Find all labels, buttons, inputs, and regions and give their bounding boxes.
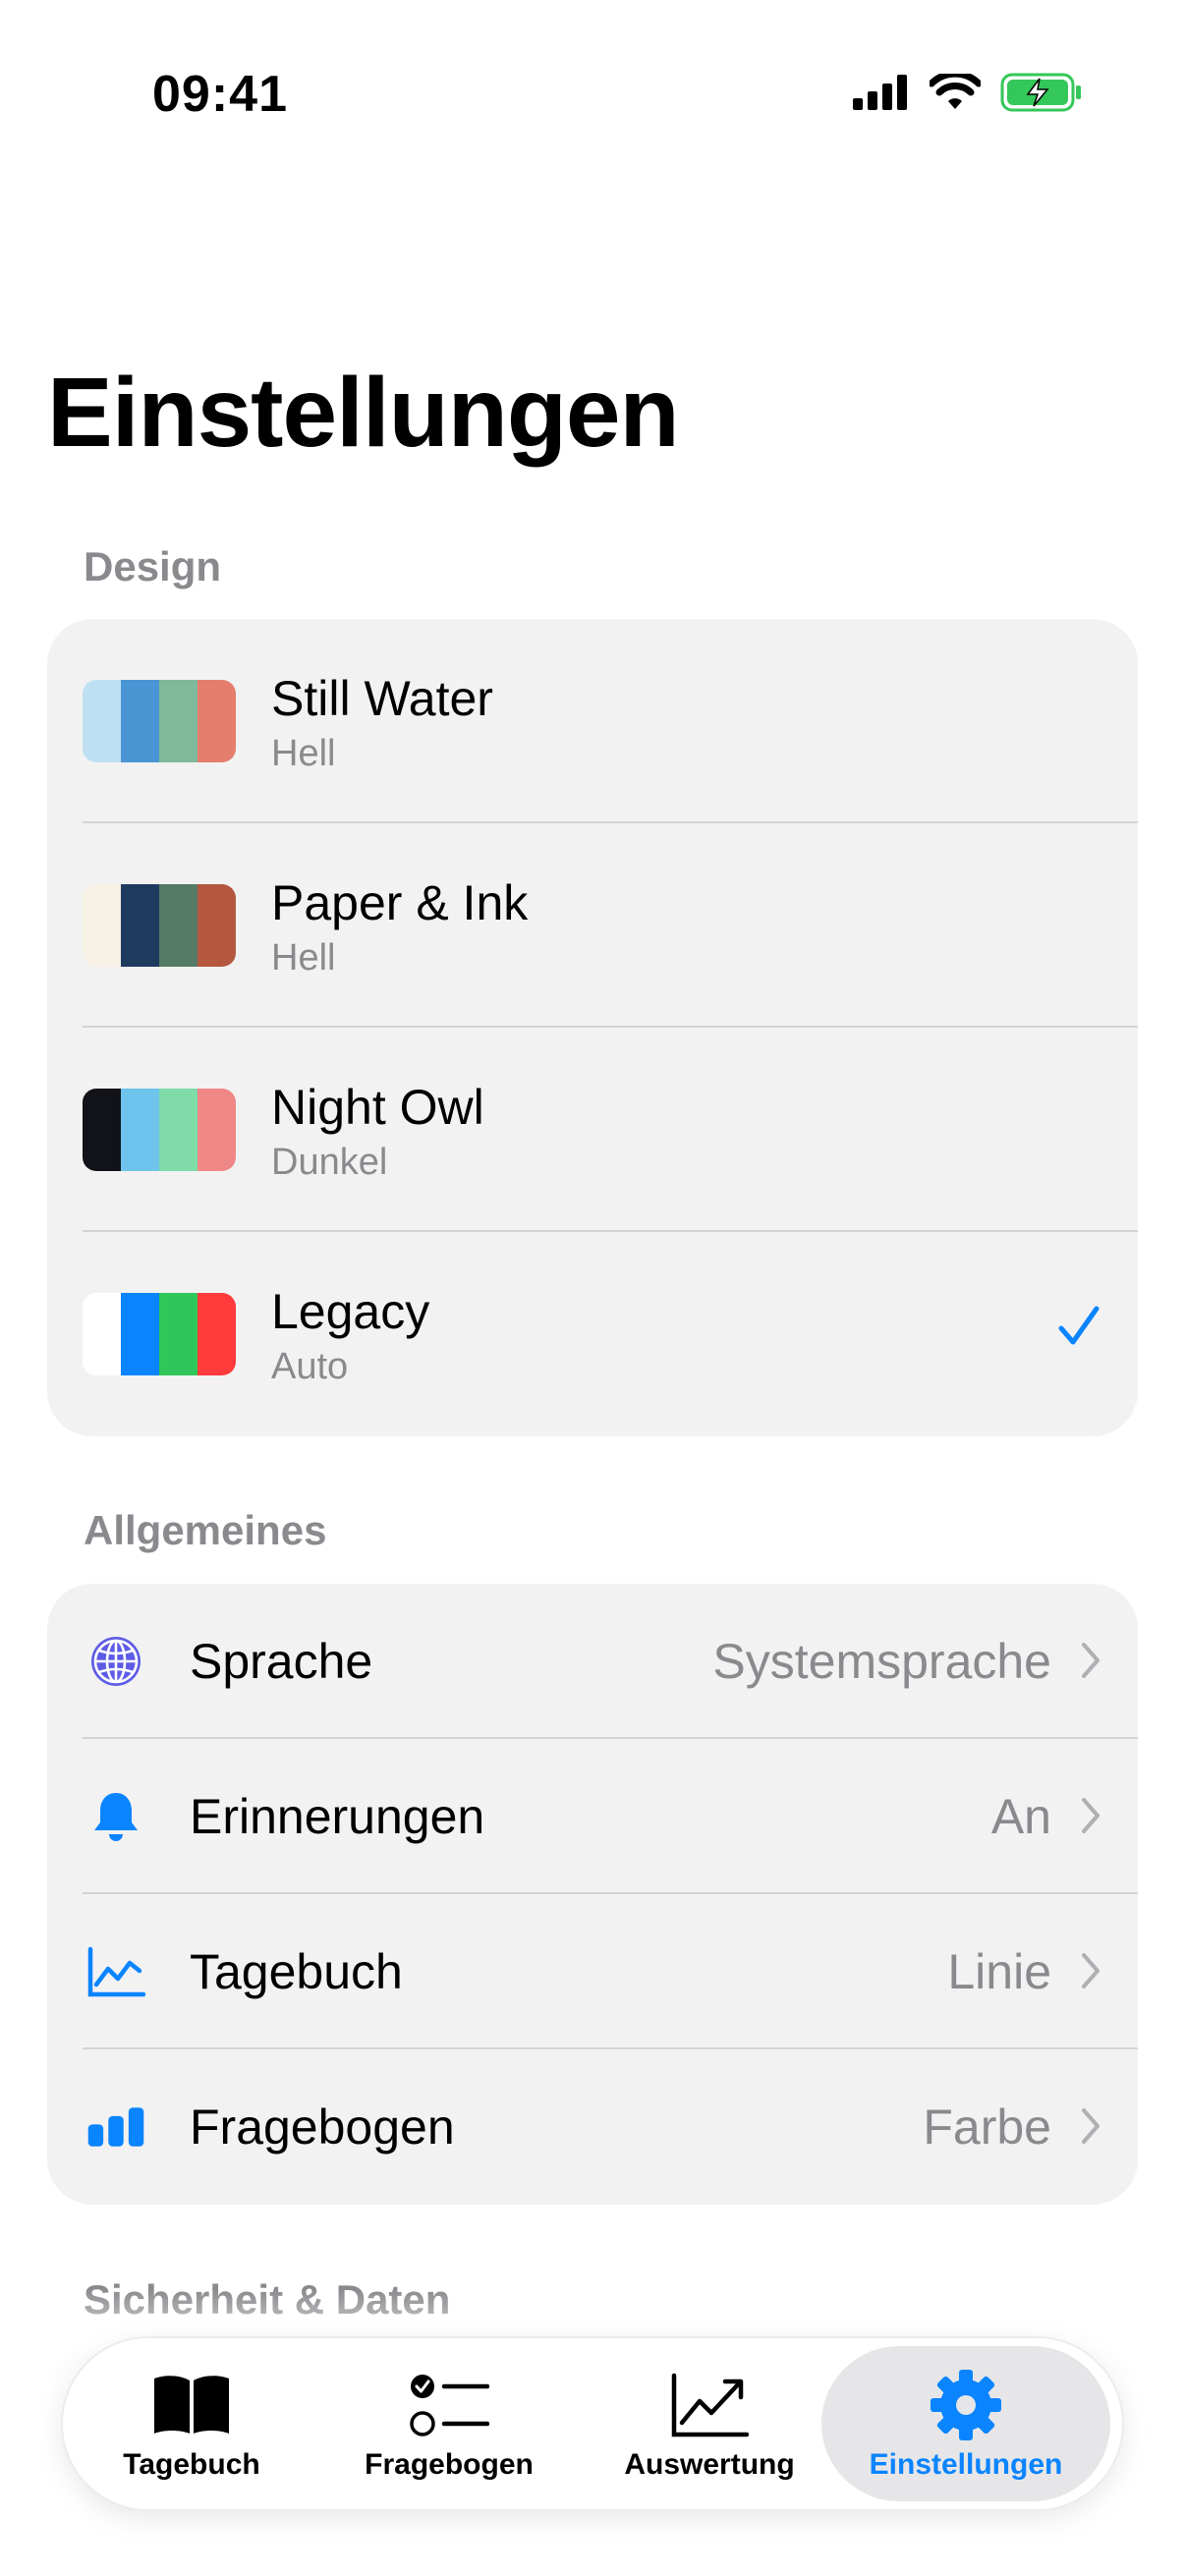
- tab-label: Auswertung: [624, 2448, 795, 2481]
- swatch-color: [159, 680, 198, 762]
- tab-tagebuch[interactable]: Tagebuch: [63, 2338, 320, 2509]
- line-chart-icon: [86, 1942, 145, 2001]
- swatch-color: [121, 680, 159, 762]
- theme-name: Still Water: [271, 671, 493, 726]
- theme-list: Still Water Hell Paper & Ink Hell Night …: [47, 619, 1138, 1436]
- swatch-color: [198, 680, 236, 762]
- swatch-color: [159, 1089, 198, 1171]
- swatch-color: [121, 1293, 159, 1375]
- tab-fragebogen[interactable]: Fragebogen: [320, 2338, 578, 2509]
- chevron-right-icon: [1082, 2108, 1100, 2144]
- setting-row-tagebuch[interactable]: Tagebuch Linie: [47, 1894, 1138, 2049]
- bell-icon: [86, 1787, 145, 1846]
- theme-name: Legacy: [271, 1284, 430, 1339]
- page-title: Einstellungen: [47, 358, 680, 468]
- tab-label: Fragebogen: [365, 2448, 534, 2481]
- theme-row-night-owl[interactable]: Night Owl Dunkel: [47, 1028, 1138, 1232]
- book-icon: [150, 2368, 233, 2442]
- setting-label: Fragebogen: [190, 2100, 455, 2155]
- swatch-color: [198, 884, 236, 967]
- setting-value: An: [990, 1789, 1051, 1844]
- section-label-general: Allgemeines: [84, 1507, 327, 1553]
- setting-value: Linie: [947, 1944, 1051, 1999]
- theme-swatch: [83, 1089, 236, 1171]
- tab-bar: Tagebuch Fragebogen Auswertung Einstellu…: [63, 2338, 1122, 2509]
- theme-row-still-water[interactable]: Still Water Hell: [47, 619, 1138, 823]
- general-settings-list: Sprache Systemsprache Erinnerungen An Ta…: [47, 1584, 1138, 2205]
- tab-auswertung[interactable]: Auswertung: [578, 2338, 841, 2509]
- swatch-color: [121, 1089, 159, 1171]
- setting-value: Farbe: [923, 2100, 1051, 2155]
- theme-name: Night Owl: [271, 1080, 484, 1135]
- gear-icon: [929, 2368, 1003, 2442]
- theme-row-paper-ink[interactable]: Paper & Ink Hell: [47, 823, 1138, 1028]
- chevron-right-icon: [1082, 1643, 1100, 1678]
- cellular-signal-icon: [853, 75, 907, 110]
- theme-swatch: [83, 1293, 236, 1375]
- swatch-color: [83, 1089, 121, 1171]
- status-time: 09:41: [152, 66, 288, 123]
- bar-chart-icon: [86, 2098, 145, 2156]
- section-label-design: Design: [84, 543, 222, 589]
- status-bar: 09:41: [0, 0, 1185, 187]
- tab-einstellungen[interactable]: Einstellungen: [821, 2346, 1110, 2501]
- theme-mode: Dunkel: [271, 1142, 388, 1183]
- setting-label: Sprache: [190, 1634, 373, 1689]
- swatch-color: [159, 1293, 198, 1375]
- setting-value: Systemsprache: [712, 1634, 1051, 1689]
- checkmark-icon: [1058, 1306, 1100, 1345]
- chevron-right-icon: [1082, 1953, 1100, 1988]
- setting-label: Tagebuch: [190, 1944, 403, 1999]
- setting-row-erinnerungen[interactable]: Erinnerungen An: [47, 1739, 1138, 1894]
- setting-row-sprache[interactable]: Sprache Systemsprache: [47, 1584, 1138, 1739]
- tab-label: Tagebuch: [123, 2448, 260, 2481]
- globe-icon: [86, 1632, 145, 1691]
- swatch-color: [83, 1293, 121, 1375]
- theme-mode: Hell: [271, 937, 336, 979]
- swatch-color: [159, 884, 198, 967]
- home-indicator-area: [0, 2511, 1185, 2576]
- swatch-color: [83, 884, 121, 967]
- theme-name: Paper & Ink: [271, 875, 529, 930]
- theme-mode: Hell: [271, 733, 336, 774]
- trend-chart-icon: [670, 2368, 749, 2442]
- swatch-color: [83, 680, 121, 762]
- swatch-color: [121, 884, 159, 967]
- theme-row-legacy[interactable]: Legacy Auto: [47, 1232, 1138, 1436]
- wifi-icon: [930, 74, 981, 109]
- theme-swatch: [83, 884, 236, 967]
- setting-label: Erinnerungen: [190, 1789, 485, 1844]
- status-icons: [853, 73, 1083, 112]
- swatch-color: [198, 1293, 236, 1375]
- checklist-icon: [409, 2368, 489, 2442]
- swatch-color: [198, 1089, 236, 1171]
- battery-charging-icon: [1000, 73, 1081, 112]
- setting-row-fragebogen[interactable]: Fragebogen Farbe: [47, 2049, 1138, 2205]
- theme-swatch: [83, 680, 236, 762]
- theme-mode: Auto: [271, 1346, 349, 1387]
- tab-label: Einstellungen: [869, 2448, 1063, 2481]
- chevron-right-icon: [1082, 1798, 1100, 1833]
